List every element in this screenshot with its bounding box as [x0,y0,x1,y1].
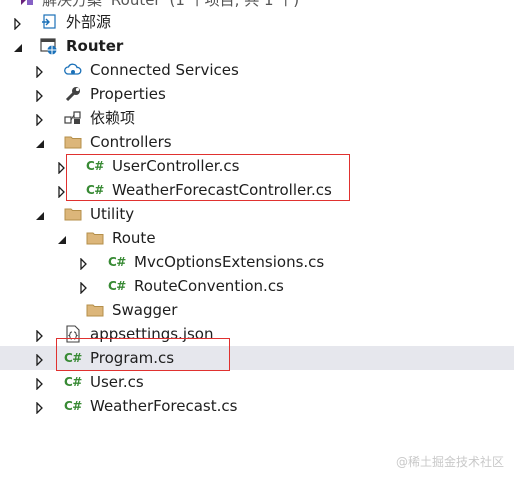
cloud-icon [64,61,82,79]
csharp-file-icon: C# [64,375,82,389]
tree-item-external-sources[interactable]: 外部源 [0,10,514,34]
tree-item-controllers[interactable]: Controllers [0,130,514,154]
controllers-label: Controllers [90,133,172,151]
route-convention-label: RouteConvention.cs [134,277,284,295]
collapse-arrow-icon[interactable] [56,232,68,244]
folder-icon [86,301,104,319]
expand-arrow-icon[interactable] [34,64,46,79]
external-sources-icon [40,13,58,31]
route-label: Route [112,229,156,247]
csharp-file-icon: C# [108,255,126,269]
web-project-icon [40,37,58,55]
expand-arrow-icon[interactable] [34,88,46,103]
expand-arrow-icon[interactable] [34,400,46,415]
tree-item-route-convention[interactable]: C# RouteConvention.cs [0,274,514,298]
tree-item-connected-services[interactable]: Connected Services [0,58,514,82]
csharp-file-icon: C# [64,399,82,413]
tree-item-router-project[interactable]: Router [0,34,514,58]
tree-item-mvc-options-extensions[interactable]: C# MvcOptionsExtensions.cs [0,250,514,274]
utility-label: Utility [90,205,135,223]
tree-item-weather-forecast[interactable]: C# WeatherForecast.cs [0,394,514,418]
external-sources-label: 外部源 [66,13,112,31]
highlight-box-program [56,338,230,371]
solution-label: 解决方案 'Router' (1 个项目, 共 1 个) [42,0,300,9]
expand-arrow-icon[interactable] [34,352,46,367]
collapse-arrow-icon[interactable] [34,136,46,148]
dependencies-icon [64,109,82,127]
tree-item-user[interactable]: C# User.cs [0,370,514,394]
expand-arrow-icon[interactable] [34,376,46,391]
csharp-file-icon: C# [108,279,126,293]
folder-icon [86,229,104,247]
properties-label: Properties [90,85,166,103]
tree-item-route[interactable]: Route [0,226,514,250]
highlight-box-controllers [66,154,350,201]
folder-icon [64,205,82,223]
expand-arrow-icon[interactable] [12,16,24,31]
swagger-label: Swagger [112,301,178,319]
tree-item-swagger[interactable]: Swagger [0,298,514,322]
watermark: @稀土掘金技术社区 [395,455,504,469]
expand-arrow-icon[interactable] [34,328,46,343]
wrench-icon [64,85,82,103]
expand-arrow-icon[interactable] [78,256,90,271]
collapse-arrow-icon[interactable] [34,208,46,220]
weather-forecast-label: WeatherForecast.cs [90,397,238,415]
tree-item-utility[interactable]: Utility [0,202,514,226]
project-label: Router [66,37,124,55]
dependencies-label: 依赖项 [90,109,136,127]
mvc-options-label: MvcOptionsExtensions.cs [134,253,325,271]
collapse-arrow-icon[interactable] [12,40,24,52]
expand-arrow-icon[interactable] [34,112,46,127]
solution-icon [18,0,36,8]
connected-services-label: Connected Services [90,61,239,79]
expand-arrow-icon[interactable] [78,280,90,295]
tree-item-dependencies[interactable]: 依赖项 [0,106,514,130]
tree-item-properties[interactable]: Properties [0,82,514,106]
user-label: User.cs [90,373,144,391]
folder-icon [64,133,82,151]
